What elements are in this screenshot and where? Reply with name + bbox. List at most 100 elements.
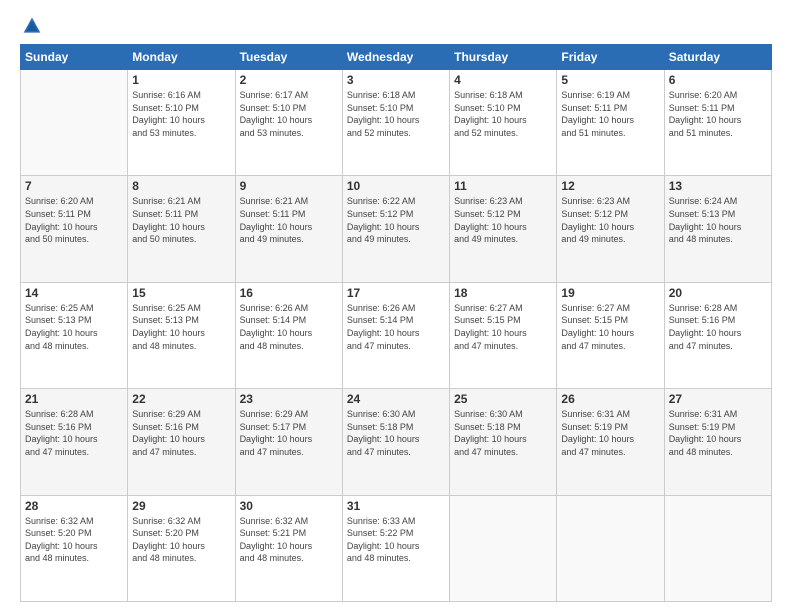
day-number: 13	[669, 179, 767, 193]
day-detail: Sunrise: 6:26 AMSunset: 5:14 PMDaylight:…	[347, 302, 445, 352]
day-header: Monday	[128, 45, 235, 70]
day-number: 14	[25, 286, 123, 300]
day-detail: Sunrise: 6:18 AMSunset: 5:10 PMDaylight:…	[454, 89, 552, 139]
day-detail: Sunrise: 6:27 AMSunset: 5:15 PMDaylight:…	[561, 302, 659, 352]
day-detail: Sunrise: 6:32 AMSunset: 5:20 PMDaylight:…	[132, 515, 230, 565]
day-header: Wednesday	[342, 45, 449, 70]
calendar-week-row: 28 Sunrise: 6:32 AMSunset: 5:20 PMDayligh…	[21, 495, 772, 601]
day-number: 28	[25, 499, 123, 513]
day-detail: Sunrise: 6:29 AMSunset: 5:16 PMDaylight:…	[132, 408, 230, 458]
calendar-cell	[557, 495, 664, 601]
calendar-cell: 6 Sunrise: 6:20 AMSunset: 5:11 PMDaylight…	[664, 70, 771, 176]
calendar-cell: 24 Sunrise: 6:30 AMSunset: 5:18 PMDayligh…	[342, 389, 449, 495]
calendar-cell: 31 Sunrise: 6:33 AMSunset: 5:22 PMDayligh…	[342, 495, 449, 601]
day-number: 24	[347, 392, 445, 406]
calendar-cell: 12 Sunrise: 6:23 AMSunset: 5:12 PMDayligh…	[557, 176, 664, 282]
day-detail: Sunrise: 6:22 AMSunset: 5:12 PMDaylight:…	[347, 195, 445, 245]
day-number: 21	[25, 392, 123, 406]
day-number: 30	[240, 499, 338, 513]
day-detail: Sunrise: 6:28 AMSunset: 5:16 PMDaylight:…	[25, 408, 123, 458]
day-detail: Sunrise: 6:31 AMSunset: 5:19 PMDaylight:…	[561, 408, 659, 458]
day-number: 6	[669, 73, 767, 87]
day-detail: Sunrise: 6:25 AMSunset: 5:13 PMDaylight:…	[25, 302, 123, 352]
calendar-cell: 3 Sunrise: 6:18 AMSunset: 5:10 PMDaylight…	[342, 70, 449, 176]
calendar-cell: 16Sunrise: 6:26 AMSunset: 5:14 PMDayligh…	[235, 282, 342, 388]
day-detail: Sunrise: 6:19 AMSunset: 5:11 PMDaylight:…	[561, 89, 659, 139]
day-number: 25	[454, 392, 552, 406]
calendar-cell: 5 Sunrise: 6:19 AMSunset: 5:11 PMDaylight…	[557, 70, 664, 176]
day-detail: Sunrise: 6:27 AMSunset: 5:15 PMDaylight:…	[454, 302, 552, 352]
day-header: Sunday	[21, 45, 128, 70]
calendar-cell: 13 Sunrise: 6:24 AMSunset: 5:13 PMDayligh…	[664, 176, 771, 282]
calendar-cell	[664, 495, 771, 601]
day-detail: Sunrise: 6:20 AMSunset: 5:11 PMDaylight:…	[25, 195, 123, 245]
page: SundayMondayTuesdayWednesdayThursdayFrid…	[0, 0, 792, 612]
calendar-cell: 20Sunrise: 6:28 AMSunset: 5:16 PMDayligh…	[664, 282, 771, 388]
day-number: 20	[669, 286, 767, 300]
day-number: 8	[132, 179, 230, 193]
day-number: 12	[561, 179, 659, 193]
day-number: 2	[240, 73, 338, 87]
day-detail: Sunrise: 6:16 AMSunset: 5:10 PMDaylight:…	[132, 89, 230, 139]
calendar-cell: 19 Sunrise: 6:27 AMSunset: 5:15 PMDayligh…	[557, 282, 664, 388]
day-detail: Sunrise: 6:18 AMSunset: 5:10 PMDaylight:…	[347, 89, 445, 139]
day-detail: Sunrise: 6:23 AMSunset: 5:12 PMDaylight:…	[561, 195, 659, 245]
day-number: 9	[240, 179, 338, 193]
day-number: 3	[347, 73, 445, 87]
calendar-cell: 26Sunrise: 6:31 AMSunset: 5:19 PMDayligh…	[557, 389, 664, 495]
calendar-cell: 9 Sunrise: 6:21 AMSunset: 5:11 PMDaylight…	[235, 176, 342, 282]
day-number: 4	[454, 73, 552, 87]
calendar-cell: 2Sunrise: 6:17 AMSunset: 5:10 PMDaylight…	[235, 70, 342, 176]
day-detail: Sunrise: 6:21 AMSunset: 5:11 PMDaylight:…	[132, 195, 230, 245]
calendar-cell: 23Sunrise: 6:29 AMSunset: 5:17 PMDayligh…	[235, 389, 342, 495]
day-detail: Sunrise: 6:26 AMSunset: 5:14 PMDaylight:…	[240, 302, 338, 352]
calendar-cell: 28 Sunrise: 6:32 AMSunset: 5:20 PMDayligh…	[21, 495, 128, 601]
day-number: 29	[132, 499, 230, 513]
calendar-cell	[21, 70, 128, 176]
calendar-cell: 30 Sunrise: 6:32 AMSunset: 5:21 PMDayligh…	[235, 495, 342, 601]
day-detail: Sunrise: 6:25 AMSunset: 5:13 PMDaylight:…	[132, 302, 230, 352]
calendar-cell	[450, 495, 557, 601]
calendar-cell: 22 Sunrise: 6:29 AMSunset: 5:16 PMDayligh…	[128, 389, 235, 495]
calendar-cell: 11Sunrise: 6:23 AMSunset: 5:12 PMDayligh…	[450, 176, 557, 282]
calendar-week-row: 1 Sunrise: 6:16 AMSunset: 5:10 PMDaylight…	[21, 70, 772, 176]
day-number: 18	[454, 286, 552, 300]
day-header: Saturday	[664, 45, 771, 70]
calendar-cell: 25 Sunrise: 6:30 AMSunset: 5:18 PMDayligh…	[450, 389, 557, 495]
day-number: 5	[561, 73, 659, 87]
calendar-cell: 14 Sunrise: 6:25 AMSunset: 5:13 PMDayligh…	[21, 282, 128, 388]
day-number: 17	[347, 286, 445, 300]
logo-icon	[22, 16, 42, 36]
calendar-table: SundayMondayTuesdayWednesdayThursdayFrid…	[20, 44, 772, 602]
day-detail: Sunrise: 6:29 AMSunset: 5:17 PMDaylight:…	[240, 408, 338, 458]
day-detail: Sunrise: 6:20 AMSunset: 5:11 PMDaylight:…	[669, 89, 767, 139]
calendar-cell: 7Sunrise: 6:20 AMSunset: 5:11 PMDaylight…	[21, 176, 128, 282]
day-number: 19	[561, 286, 659, 300]
day-detail: Sunrise: 6:23 AMSunset: 5:12 PMDaylight:…	[454, 195, 552, 245]
day-number: 31	[347, 499, 445, 513]
day-header: Tuesday	[235, 45, 342, 70]
logo	[20, 16, 42, 36]
day-detail: Sunrise: 6:24 AMSunset: 5:13 PMDaylight:…	[669, 195, 767, 245]
day-number: 1	[132, 73, 230, 87]
day-detail: Sunrise: 6:30 AMSunset: 5:18 PMDaylight:…	[454, 408, 552, 458]
calendar-week-row: 21 Sunrise: 6:28 AMSunset: 5:16 PMDayligh…	[21, 389, 772, 495]
day-detail: Sunrise: 6:32 AMSunset: 5:21 PMDaylight:…	[240, 515, 338, 565]
day-detail: Sunrise: 6:32 AMSunset: 5:20 PMDaylight:…	[25, 515, 123, 565]
calendar-cell: 18 Sunrise: 6:27 AMSunset: 5:15 PMDayligh…	[450, 282, 557, 388]
calendar-cell: 10Sunrise: 6:22 AMSunset: 5:12 PMDayligh…	[342, 176, 449, 282]
calendar-week-row: 7Sunrise: 6:20 AMSunset: 5:11 PMDaylight…	[21, 176, 772, 282]
day-number: 15	[132, 286, 230, 300]
day-detail: Sunrise: 6:30 AMSunset: 5:18 PMDaylight:…	[347, 408, 445, 458]
calendar-cell: 8 Sunrise: 6:21 AMSunset: 5:11 PMDaylight…	[128, 176, 235, 282]
day-detail: Sunrise: 6:21 AMSunset: 5:11 PMDaylight:…	[240, 195, 338, 245]
day-detail: Sunrise: 6:33 AMSunset: 5:22 PMDaylight:…	[347, 515, 445, 565]
calendar-cell: 21 Sunrise: 6:28 AMSunset: 5:16 PMDayligh…	[21, 389, 128, 495]
header	[20, 16, 772, 36]
day-number: 22	[132, 392, 230, 406]
calendar-cell: 15 Sunrise: 6:25 AMSunset: 5:13 PMDayligh…	[128, 282, 235, 388]
header-row: SundayMondayTuesdayWednesdayThursdayFrid…	[21, 45, 772, 70]
day-header: Thursday	[450, 45, 557, 70]
calendar-cell: 17 Sunrise: 6:26 AMSunset: 5:14 PMDayligh…	[342, 282, 449, 388]
day-number: 27	[669, 392, 767, 406]
